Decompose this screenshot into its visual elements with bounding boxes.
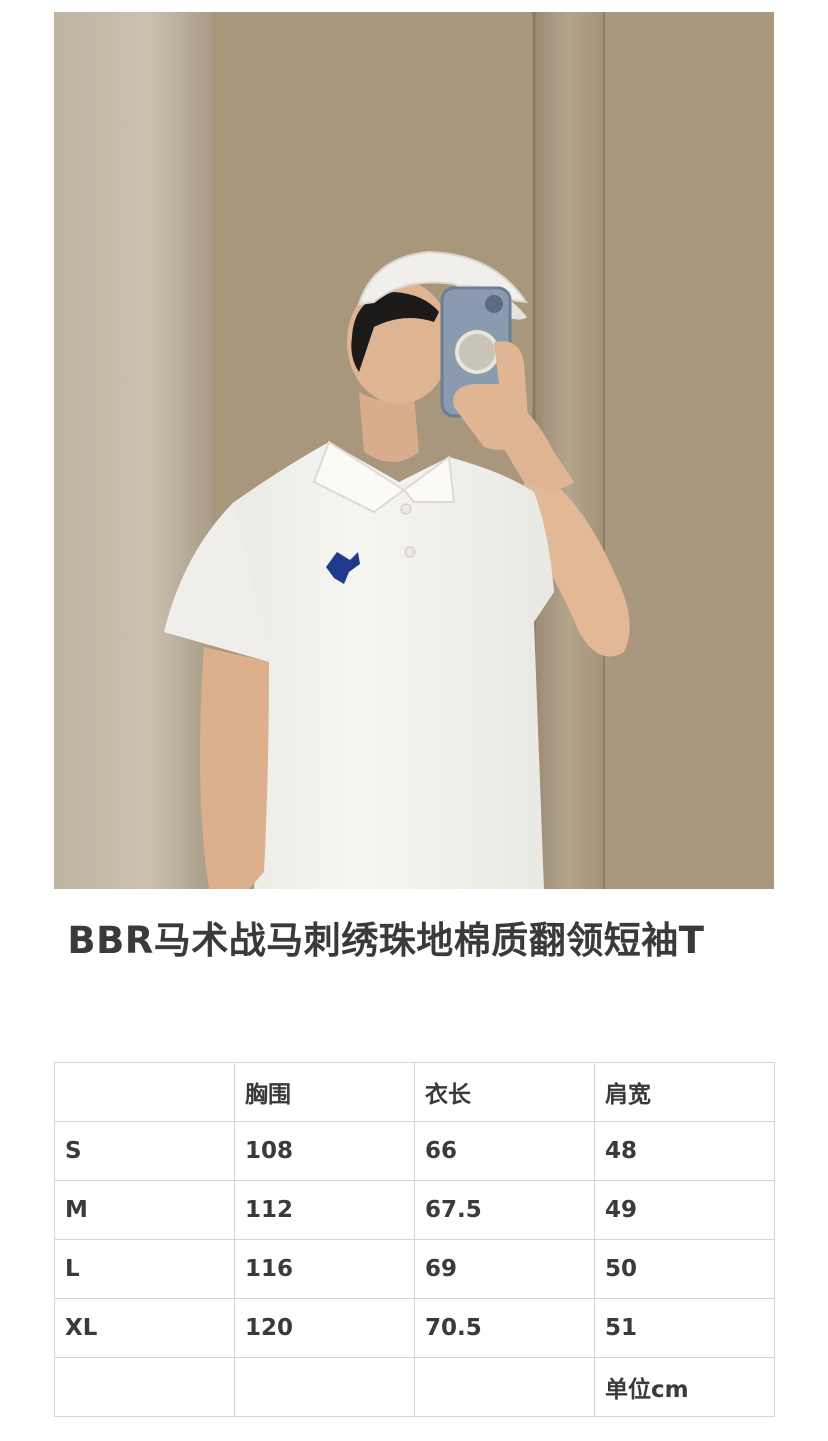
header-cell-size bbox=[54, 1062, 235, 1122]
shoulder-cell: 49 bbox=[594, 1180, 775, 1240]
length-cell: 69 bbox=[414, 1239, 595, 1299]
product-photo bbox=[54, 12, 774, 889]
product-photo-illustration bbox=[54, 12, 774, 889]
size-cell: L bbox=[54, 1239, 235, 1299]
chest-cell: 116 bbox=[234, 1239, 415, 1299]
chest-cell: 112 bbox=[234, 1180, 415, 1240]
length-cell: 67.5 bbox=[414, 1180, 595, 1240]
empty-cell bbox=[54, 1357, 235, 1417]
length-cell: 66 bbox=[414, 1121, 595, 1181]
table-row: M 112 67.5 49 bbox=[54, 1180, 775, 1240]
unit-note: 单位cm bbox=[594, 1357, 775, 1417]
table-row: S 108 66 48 bbox=[54, 1121, 775, 1181]
header-cell-shoulder: 肩宽 bbox=[594, 1062, 775, 1122]
chest-cell: 120 bbox=[234, 1298, 415, 1358]
shoulder-cell: 50 bbox=[594, 1239, 775, 1299]
size-chart-table: 胸围 衣长 肩宽 S 108 66 48 M 112 67.5 49 L 116… bbox=[54, 1062, 775, 1417]
shoulder-cell: 48 bbox=[594, 1121, 775, 1181]
length-cell: 70.5 bbox=[414, 1298, 595, 1358]
empty-cell bbox=[414, 1357, 595, 1417]
size-cell: M bbox=[54, 1180, 235, 1240]
table-header-row: 胸围 衣长 肩宽 bbox=[54, 1062, 775, 1122]
table-row: L 116 69 50 bbox=[54, 1239, 775, 1299]
size-cell: S bbox=[54, 1121, 235, 1181]
empty-cell bbox=[234, 1357, 415, 1417]
chest-cell: 108 bbox=[234, 1121, 415, 1181]
table-row: XL 120 70.5 51 bbox=[54, 1298, 775, 1358]
shoulder-cell: 51 bbox=[594, 1298, 775, 1358]
product-title: BBR马术战马刺绣珠地棉质翻领短袖T bbox=[54, 919, 705, 962]
table-footer-row: 单位cm bbox=[54, 1357, 775, 1417]
size-cell: XL bbox=[54, 1298, 235, 1358]
header-cell-chest: 胸围 bbox=[234, 1062, 415, 1122]
header-cell-length: 衣长 bbox=[414, 1062, 595, 1122]
